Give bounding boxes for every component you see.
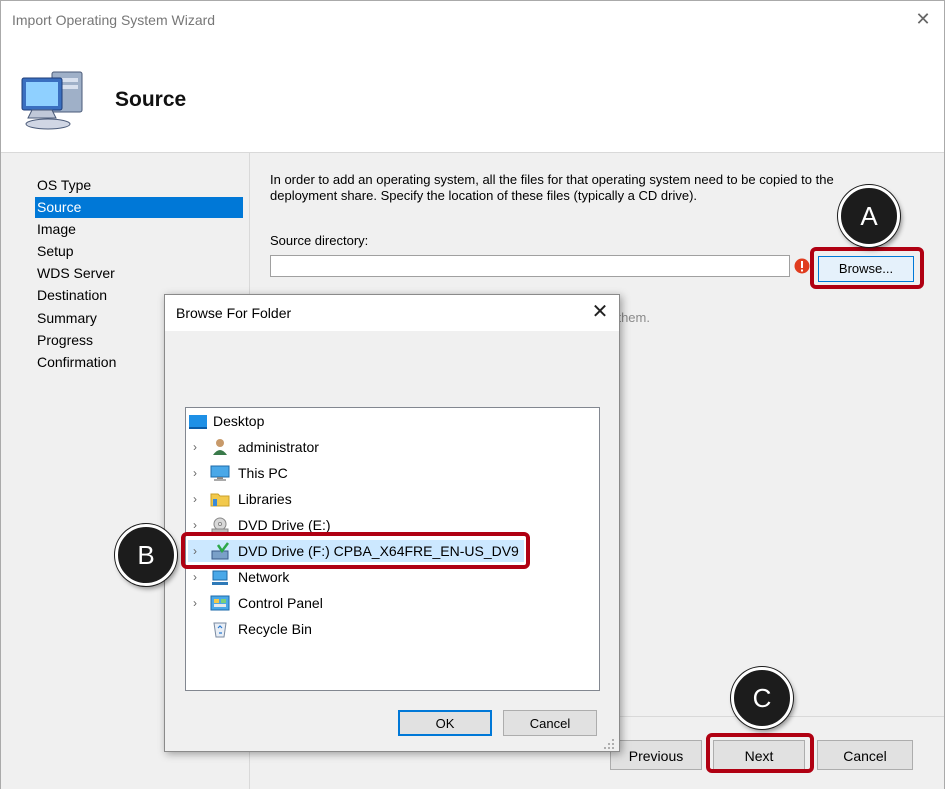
nav-item-source[interactable]: Source (35, 197, 243, 218)
monitor-icon (210, 465, 230, 481)
nav-item-image[interactable]: Image (35, 219, 243, 240)
highlight-next-button (706, 733, 814, 773)
desktop-icon (189, 415, 207, 429)
ok-button[interactable]: OK (398, 710, 492, 736)
highlight-browse-button (810, 247, 924, 289)
control-panel-icon (210, 595, 230, 611)
nav-item-os-type[interactable]: OS Type (35, 175, 243, 196)
annotation-badge-c: C (731, 667, 793, 729)
chevron-right-icon[interactable]: › (190, 462, 200, 484)
annotation-badge-b: B (115, 524, 177, 586)
network-icon (212, 570, 228, 585)
recycle-bin-icon (213, 622, 227, 638)
chevron-right-icon[interactable]: › (190, 566, 200, 588)
nav-item-wds-server[interactable]: WDS Server (35, 263, 243, 284)
tree-item-administrator[interactable]: › administrator (188, 436, 518, 458)
source-directory-input[interactable] (270, 255, 790, 277)
cancel-button[interactable]: Cancel (817, 740, 913, 770)
tree-item-network[interactable]: › Network (188, 566, 518, 588)
computer-icon (21, 71, 83, 130)
tree-item-desktop[interactable]: Desktop (188, 410, 488, 432)
chevron-right-icon[interactable]: › (190, 436, 200, 458)
folder-icon (210, 493, 230, 507)
close-icon[interactable]: ✕ (912, 8, 934, 30)
error-icon (794, 258, 810, 274)
dialog-title: Browse For Folder (176, 305, 292, 321)
chevron-right-icon[interactable]: › (190, 592, 200, 614)
tree-item-libraries[interactable]: › Libraries (188, 488, 518, 510)
source-directory-label: Source directory: (270, 233, 369, 248)
highlight-dvd-drive-f (181, 532, 530, 569)
tree-item-recycle-bin[interactable]: Recycle Bin (188, 618, 518, 640)
chevron-right-icon[interactable]: › (190, 488, 200, 510)
annotation-badge-a: A (838, 185, 900, 247)
tree-item-this-pc[interactable]: › This PC (188, 462, 518, 484)
instructions-text: In order to add an operating system, all… (270, 172, 834, 203)
tree-item-control-panel[interactable]: › Control Panel (188, 592, 518, 614)
dialog-close-icon[interactable]: ✕ (588, 302, 612, 324)
user-icon (213, 439, 227, 455)
resize-grip-icon[interactable] (603, 738, 615, 750)
dialog-cancel-button[interactable]: Cancel (503, 710, 597, 736)
page-title: Source (115, 88, 187, 111)
nav-item-setup[interactable]: Setup (35, 241, 243, 262)
previous-button[interactable]: Previous (610, 740, 702, 770)
window-title: Import Operating System Wizard (12, 12, 216, 28)
